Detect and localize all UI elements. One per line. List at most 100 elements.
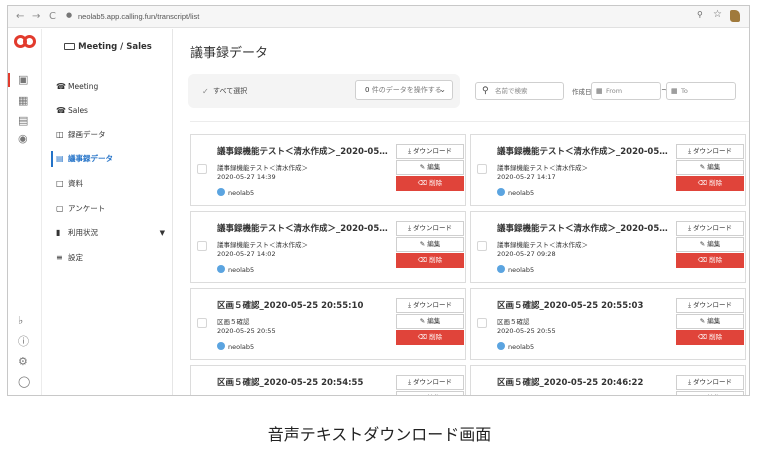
card-subtitle: 区画５確認: [497, 318, 530, 326]
forward-icon[interactable]: →: [32, 10, 40, 24]
download-button[interactable]: ⤓ ダウンロード: [396, 298, 464, 313]
transcript-card: 区画５確認_2020-05-25 20:46:22⤓ダウンロード✎編集⌫削除: [470, 365, 746, 396]
avatar: [217, 342, 225, 350]
download-button[interactable]: ⤓ ダウンロード: [676, 298, 744, 313]
trash-icon: ⌫: [417, 256, 428, 264]
help-icon[interactable]: ⓘ: [18, 336, 29, 348]
delete-button[interactable]: ⌫ 削除: [396, 176, 464, 191]
card-title[interactable]: 区画５確認_2020-05-25 20:46:22: [497, 376, 677, 388]
sidebar-item-transcripts[interactable]: ▤ 議事録データ: [43, 151, 173, 167]
delete-button[interactable]: ⌫ 削除: [676, 176, 744, 191]
trash-icon: ⌫: [697, 179, 708, 187]
card-checkbox[interactable]: [197, 164, 207, 174]
bookmark-star-icon[interactable]: ☆: [713, 9, 722, 20]
edit-button[interactable]: ✎編集: [676, 237, 744, 252]
sidebar-item-survey[interactable]: ▢ アンケート: [43, 201, 173, 217]
edit-button[interactable]: ✎編集: [396, 160, 464, 175]
to-date-input[interactable]: ▦ To: [666, 82, 736, 100]
download-button[interactable]: ⤓ ダウンロード: [676, 375, 744, 390]
edit-button[interactable]: ✎編集: [676, 391, 744, 395]
delete-button[interactable]: ⌫ 削除: [396, 253, 464, 268]
board-icon[interactable]: ▦: [18, 95, 28, 107]
download-icon: ⤓: [408, 378, 411, 386]
edit-button[interactable]: ✎編集: [396, 391, 464, 395]
chat-icon[interactable]: ▤: [18, 115, 28, 127]
address-bar[interactable]: neolab5.app.calling.fun/transcript/list: [78, 10, 199, 24]
from-date-input[interactable]: ▦ From: [591, 82, 661, 100]
delete-button[interactable]: ⌫ 削除: [676, 330, 744, 345]
calendar-icon: ▦: [671, 87, 678, 95]
card-checkbox[interactable]: [197, 318, 207, 328]
back-icon[interactable]: ←: [16, 10, 24, 24]
logo-icon[interactable]: [14, 35, 38, 49]
download-button[interactable]: ⤓ ダウンロード: [396, 144, 464, 159]
card-checkbox[interactable]: [477, 395, 487, 396]
check-icon[interactable]: ✓: [202, 87, 209, 96]
sidebar-item-settings[interactable]: ≡ 設定: [43, 250, 173, 266]
card-user: neolab5: [497, 265, 534, 274]
download-button[interactable]: ⤓ ダウンロード: [396, 375, 464, 390]
lock-icon: ●: [66, 11, 73, 19]
download-icon: ⤓: [688, 147, 691, 155]
monitor-icon[interactable]: ▣: [18, 74, 28, 86]
trash-icon: ⌫: [697, 256, 708, 264]
chevron-down-icon: ▼: [159, 229, 165, 237]
card-checkbox[interactable]: [477, 241, 487, 251]
card-checkbox[interactable]: [197, 395, 207, 396]
edit-button[interactable]: ✎編集: [676, 314, 744, 329]
card-user: neolab5: [217, 342, 254, 351]
robot-icon[interactable]: ◉: [18, 133, 28, 145]
card-title[interactable]: 議事録機能テスト＜清水作成＞_2020-05…: [217, 145, 397, 157]
bulk-action-dropdown[interactable]: 0 件のデータを操作する ⌄: [355, 80, 453, 100]
reload-icon[interactable]: C: [49, 10, 56, 24]
sidebar-item-documents[interactable]: □ 資料: [43, 176, 173, 192]
key-icon[interactable]: ⚲: [697, 10, 703, 19]
download-icon: ⤓: [408, 147, 411, 155]
download-button[interactable]: ⤓ ダウンロード: [676, 144, 744, 159]
bell-icon[interactable]: ♭: [18, 315, 23, 327]
divider: [190, 121, 749, 122]
edit-icon: ✎: [420, 394, 425, 395]
card-checkbox[interactable]: [477, 318, 487, 328]
sidebar-item-usage[interactable]: ▮ 利用状況 ▼: [43, 225, 173, 241]
select-all-bar: ✓ すべて選択 0 件のデータを操作する ⌄: [188, 74, 460, 108]
download-icon: ⤓: [688, 224, 691, 232]
card-user: neolab5: [217, 188, 254, 197]
delete-button[interactable]: ⌫ 削除: [676, 253, 744, 268]
edit-button[interactable]: ✎編集: [676, 160, 744, 175]
edit-icon: ✎: [699, 163, 706, 171]
card-checkbox[interactable]: [477, 164, 487, 174]
search-icon: ⚲: [482, 86, 489, 96]
download-button[interactable]: ⤓ ダウンロード: [396, 221, 464, 236]
select-all-label[interactable]: すべて選択: [213, 86, 247, 96]
transcript-card: 議事録機能テスト＜清水作成＞_2020-05… 議事録機能テスト＜清水作成＞ 202…: [190, 134, 466, 206]
transcript-card: 区画５確認_2020-05-25 20:54:55 区画５確認 ⤓ダウンロード✎編集…: [190, 365, 466, 396]
edit-button[interactable]: ✎編集: [396, 314, 464, 329]
edit-button[interactable]: ✎編集: [396, 237, 464, 252]
sidebar-item-meeting[interactable]: ☎ Meeting: [43, 79, 173, 95]
card-title[interactable]: 区画５確認_2020-05-25 20:55:03: [497, 299, 677, 311]
edit-icon: ✎: [699, 240, 706, 248]
transcript-card: 議事録機能テスト＜清水作成＞_2020-05… 議事録機能テスト＜清水作成＞ 202…: [470, 134, 746, 206]
card-checkbox[interactable]: [197, 241, 207, 251]
page-title: 議事録データ: [190, 46, 269, 61]
transcript-card: 議事録機能テスト＜清水作成＞_2020-05… 議事録機能テスト＜清水作成＞ 202…: [470, 211, 746, 283]
sidebar-item-sales[interactable]: ☎ Sales: [43, 103, 173, 119]
card-title[interactable]: 区画５確認_2020-05-25 20:55:10: [217, 299, 397, 311]
figure-caption: 音声テキストダウンロード画面: [267, 425, 492, 444]
delete-button[interactable]: ⌫ 削除: [396, 330, 464, 345]
download-button[interactable]: ⤓ ダウンロード: [676, 221, 744, 236]
card-title[interactable]: 議事録機能テスト＜清水作成＞_2020-05…: [497, 222, 677, 234]
card-title[interactable]: 議事録機能テスト＜清水作成＞_2020-05…: [497, 145, 677, 157]
sidebar-item-recordings[interactable]: ◫ 録画データ: [43, 127, 173, 143]
user-icon[interactable]: ◯: [18, 376, 30, 388]
rail-active-indicator: [8, 73, 10, 87]
card-user: neolab5: [497, 188, 534, 197]
edit-icon: ✎: [419, 240, 426, 248]
search-input[interactable]: ⚲ 名前で検索: [475, 82, 564, 100]
download-icon: ⤓: [688, 378, 691, 386]
extension-icon[interactable]: [730, 10, 740, 22]
gear-icon[interactable]: ⚙: [18, 356, 28, 368]
card-title[interactable]: 区画５確認_2020-05-25 20:54:55: [217, 376, 397, 388]
card-title[interactable]: 議事録機能テスト＜清水作成＞_2020-05…: [217, 222, 397, 234]
